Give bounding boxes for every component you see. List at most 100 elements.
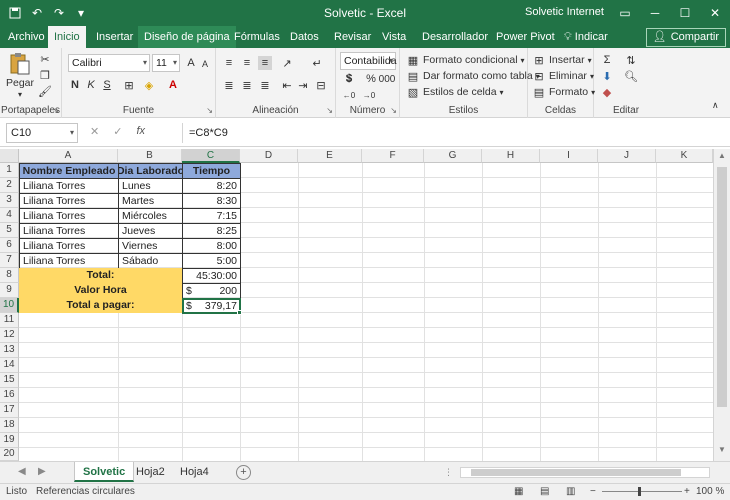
increase-decimal-icon[interactable]: ←0: [342, 88, 356, 102]
copy-icon[interactable]: ❐: [38, 68, 52, 82]
maximize-icon[interactable]: ☐: [670, 0, 700, 26]
fill-color-icon[interactable]: ◈: [142, 78, 156, 92]
employee-cell[interactable]: Liliana Torres: [19, 223, 119, 239]
header-cell[interactable]: Dia Laborado: [118, 163, 183, 179]
page-break-icon[interactable]: ▥: [566, 486, 575, 497]
pay-value-cell[interactable]: $ 379,17: [182, 298, 241, 314]
ribbon-display-icon[interactable]: ▭: [610, 0, 640, 26]
zoom-slider[interactable]: [602, 491, 682, 492]
tab-split-handle[interactable]: ⋮: [444, 467, 453, 478]
accounting-format-icon[interactable]: 💲︎: [342, 72, 356, 86]
sheet-tab-hoja4[interactable]: Hoja4: [172, 462, 217, 482]
pay-label-cell[interactable]: Total a pagar:: [19, 298, 183, 313]
font-size-select[interactable]: 11 ▾: [152, 54, 180, 72]
tell-me-search[interactable]: 💡︎ Indicar: [558, 26, 614, 48]
zoom-level[interactable]: 100 %: [696, 486, 724, 497]
sheet-tab-hoja2[interactable]: Hoja2: [128, 462, 173, 482]
fill-handle[interactable]: [237, 310, 242, 315]
borders-icon[interactable]: ⊞: [122, 78, 136, 92]
tab-vista[interactable]: Vista: [376, 26, 412, 48]
row-header[interactable]: 13: [0, 343, 19, 358]
minimize-icon[interactable]: ─: [640, 0, 670, 26]
total-label-cell[interactable]: Total:: [19, 268, 183, 283]
rate-label-cell[interactable]: Valor Hora: [19, 283, 183, 298]
autosum-icon[interactable]: Σ: [600, 53, 614, 67]
clear-icon[interactable]: ◆: [600, 85, 614, 99]
employee-cell[interactable]: Liliana Torres: [19, 178, 119, 194]
vertical-scrollbar[interactable]: ▲ ▼: [713, 149, 730, 461]
row-header[interactable]: 3: [0, 193, 19, 208]
select-all-corner[interactable]: [0, 149, 19, 163]
horizontal-scrollbar[interactable]: [460, 467, 710, 478]
status-circular-references[interactable]: Referencias circulares: [36, 486, 135, 497]
normal-view-icon[interactable]: ▦: [514, 486, 523, 497]
customize-toolbar-icon[interactable]: ▾: [72, 4, 90, 22]
row-header[interactable]: 10: [0, 298, 19, 313]
tab-formulas[interactable]: Fórmulas: [228, 26, 286, 48]
save-icon[interactable]: [6, 4, 24, 22]
user-name[interactable]: Solvetic Internet: [525, 6, 604, 18]
column-header-d[interactable]: D: [240, 149, 298, 163]
tab-revisar[interactable]: Revisar: [328, 26, 377, 48]
shrink-font-icon[interactable]: A: [198, 57, 212, 71]
day-cell[interactable]: Miércoles: [118, 208, 183, 224]
find-select-icon[interactable]: 🔍︎: [624, 69, 638, 83]
cut-icon[interactable]: ✂: [38, 52, 52, 66]
row-header[interactable]: 14: [0, 358, 19, 373]
time-cell[interactable]: 8:30: [182, 193, 241, 209]
row-header[interactable]: 18: [0, 418, 19, 433]
employee-cell[interactable]: Liliana Torres: [19, 253, 119, 269]
formula-input[interactable]: =C8*C9: [182, 123, 724, 143]
time-cell[interactable]: 8:20: [182, 178, 241, 194]
collapse-ribbon-icon[interactable]: ∧: [712, 100, 719, 111]
merge-center-icon[interactable]: ⊟: [314, 78, 328, 92]
name-box[interactable]: C10 ▾: [6, 123, 78, 143]
time-cell[interactable]: 7:15: [182, 208, 241, 224]
align-left-icon[interactable]: ≣: [222, 78, 236, 92]
row-header[interactable]: 6: [0, 238, 19, 253]
align-bottom-icon[interactable]: ≡: [258, 56, 272, 70]
insert-function-icon[interactable]: fx: [136, 125, 145, 138]
row-header[interactable]: 7: [0, 253, 19, 268]
column-header-k[interactable]: K: [656, 149, 713, 163]
column-header-e[interactable]: E: [298, 149, 362, 163]
scroll-down-icon[interactable]: ▼: [714, 445, 730, 459]
rate-value-cell[interactable]: $ 200: [182, 283, 241, 299]
row-header[interactable]: 9: [0, 283, 19, 298]
horizontal-scroll-thumb[interactable]: [471, 469, 681, 476]
column-header-g[interactable]: G: [424, 149, 482, 163]
tab-datos[interactable]: Datos: [284, 26, 325, 48]
column-header-h[interactable]: H: [482, 149, 540, 163]
row-header[interactable]: 17: [0, 403, 19, 418]
close-icon[interactable]: ✕: [700, 0, 730, 26]
next-sheet-icon[interactable]: ▶: [38, 466, 46, 477]
page-layout-icon[interactable]: ▤: [540, 486, 549, 497]
previous-sheet-icon[interactable]: ◀: [18, 466, 26, 477]
tab-archivo[interactable]: Archivo: [2, 26, 51, 48]
column-header-a[interactable]: A: [19, 149, 118, 163]
decrease-indent-icon[interactable]: ⇤: [280, 78, 294, 92]
time-cell[interactable]: 8:25: [182, 223, 241, 239]
total-value-cell[interactable]: 45:30:00: [182, 268, 241, 284]
header-cell[interactable]: Nombre Empleado: [19, 163, 119, 179]
redo-icon[interactable]: ↷: [50, 4, 68, 22]
grow-font-icon[interactable]: A: [184, 56, 198, 70]
time-cell[interactable]: 5:00: [182, 253, 241, 269]
header-cell[interactable]: Tiempo: [182, 163, 241, 179]
row-header[interactable]: 4: [0, 208, 19, 223]
align-top-icon[interactable]: ≡: [222, 56, 236, 70]
wrap-text-icon[interactable]: ↵: [310, 56, 324, 70]
column-header-f[interactable]: F: [362, 149, 424, 163]
sheet-tab-solvetic[interactable]: Solvetic: [74, 462, 135, 482]
row-header[interactable]: 2: [0, 178, 19, 193]
column-header-i[interactable]: I: [540, 149, 598, 163]
column-header-b[interactable]: B: [118, 149, 182, 163]
orientation-icon[interactable]: ↗: [280, 56, 294, 70]
day-cell[interactable]: Viernes: [118, 238, 183, 254]
delete-cells-button[interactable]: ⊟ Eliminar ▾: [532, 69, 594, 83]
row-header[interactable]: 5: [0, 223, 19, 238]
align-right-icon[interactable]: ≣: [258, 78, 272, 92]
format-painter-icon[interactable]: 🖌︎: [38, 84, 52, 98]
align-middle-icon[interactable]: ≡: [240, 56, 254, 70]
enter-formula-icon[interactable]: ✓: [113, 125, 122, 138]
